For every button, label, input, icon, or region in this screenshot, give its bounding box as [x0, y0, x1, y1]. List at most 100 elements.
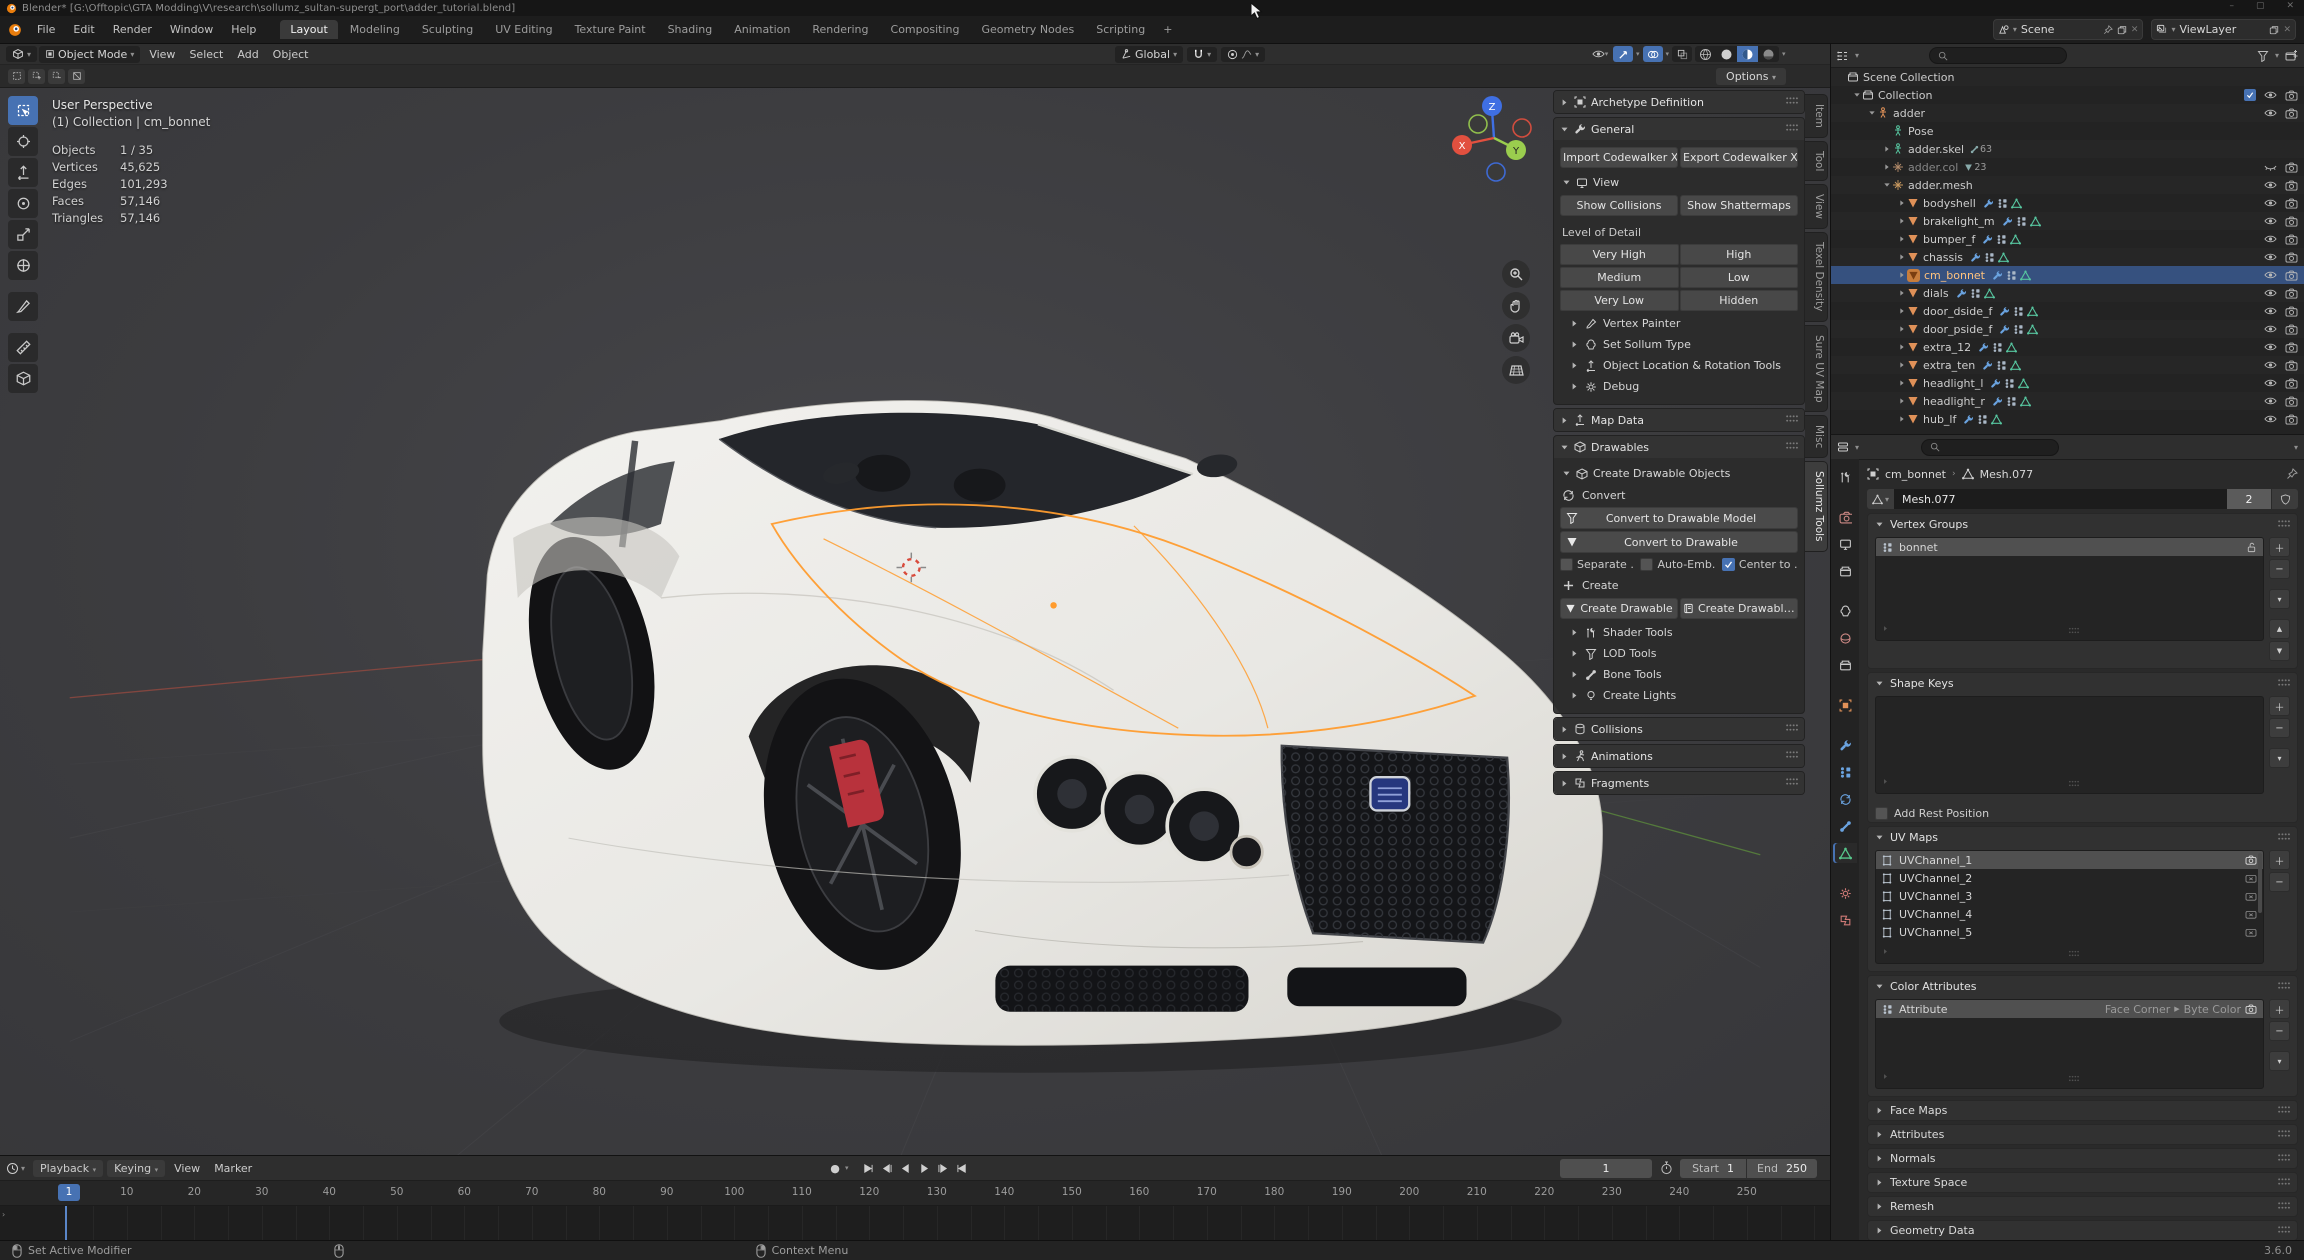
properties-tab-particles[interactable] — [1833, 762, 1857, 782]
workspace-tab-compositing[interactable]: Compositing — [881, 20, 970, 39]
unlink-icon[interactable]: ✕ — [2131, 25, 2139, 35]
panel-header-drawables[interactable]: Drawables — [1554, 436, 1804, 458]
expand-icon[interactable] — [1897, 415, 1907, 423]
move-up-button[interactable]: ▲ — [2269, 619, 2290, 639]
shading-rendered-button[interactable] — [1758, 46, 1779, 62]
camera-view-button[interactable] — [1502, 324, 1530, 352]
disable-render-icon[interactable] — [2285, 216, 2298, 227]
lod-very-high-button[interactable]: Very High — [1560, 244, 1679, 265]
vertex-group-row-bonnet[interactable]: bonnet — [1876, 538, 2263, 556]
playhead-line[interactable] — [65, 1206, 67, 1241]
subpanel-set-sollum-type[interactable]: Set Sollum Type — [1560, 334, 1798, 355]
timeline-menu-keying[interactable]: Keying ▾ — [107, 1160, 165, 1177]
outliner-row-hub_lf[interactable]: hub_lf — [1831, 410, 2304, 428]
expand-icon[interactable] — [1897, 217, 1907, 225]
timeline-ruler[interactable]: 1020304050607080901001101201301401501601… — [0, 1181, 1830, 1206]
new-collection-icon[interactable] — [2285, 50, 2298, 62]
scene-selector[interactable]: ▾ Scene ✕ — [1993, 19, 2144, 40]
workspace-tab-uv-editing[interactable]: UV Editing — [485, 20, 562, 39]
vertex-group-specials-button[interactable]: ▾ — [2269, 589, 2290, 609]
hide-eye-icon[interactable] — [2264, 180, 2277, 190]
panel-header-shape-keys[interactable]: Shape Keys — [1868, 673, 2297, 694]
current-frame-indicator[interactable]: 1 — [58, 1184, 80, 1201]
render-inactive-camera-icon[interactable] — [2245, 873, 2257, 883]
shading-material-button[interactable] — [1737, 46, 1758, 62]
outliner-row-bodyshell[interactable]: bodyshell — [1831, 194, 2304, 212]
show-object-types-dropdown[interactable]: ▾ — [1590, 46, 1610, 62]
menu-edit[interactable]: Edit — [64, 20, 103, 39]
properties-tab-collection[interactable] — [1833, 655, 1857, 675]
prev-keyframe-button[interactable] — [878, 1160, 895, 1177]
panel-header-general[interactable]: General — [1554, 118, 1804, 140]
panel-header-collisions[interactable]: Collisions — [1554, 718, 1804, 740]
scrollbar[interactable] — [2258, 853, 2262, 913]
properties-tab-constraints[interactable] — [1833, 816, 1857, 836]
workspace-tab-geometry-nodes[interactable]: Geometry Nodes — [971, 20, 1084, 39]
users-count-button[interactable]: 2 — [2227, 489, 2271, 509]
toggle-projection-button[interactable] — [1502, 356, 1530, 384]
channel-collapse-icon[interactable]: › — [2, 1210, 5, 1219]
hide-eye-icon[interactable] — [2264, 342, 2277, 352]
sidebar-tab-sure-uv-map[interactable]: Sure UV Map — [1805, 325, 1828, 413]
hide-eye-icon[interactable] — [2264, 360, 2277, 370]
gizmos-dropdown[interactable]: ▾ — [1636, 50, 1640, 58]
proportional-editing-dropdown[interactable]: ▾ — [1221, 47, 1265, 62]
import-codewalker-xml-button[interactable]: Import Codewalker XML — [1560, 147, 1678, 168]
remove-color-attribute-button[interactable]: − — [2269, 1021, 2290, 1041]
menu-render[interactable]: Render — [104, 20, 161, 39]
properties-tab-tool[interactable] — [1833, 467, 1857, 487]
workspace-tab-layout[interactable]: Layout — [280, 20, 337, 39]
disable-render-icon[interactable] — [2285, 288, 2298, 299]
viewport-menu-view[interactable]: View — [142, 46, 182, 63]
lod-hidden-button[interactable]: Hidden — [1680, 290, 1799, 311]
render-inactive-camera-icon[interactable] — [2245, 927, 2257, 937]
xray-toggle[interactable] — [1672, 46, 1692, 62]
color-attribute-row-attribute[interactable]: AttributeFace Corner▶Byte Color — [1876, 1000, 2263, 1018]
tool-cursor-button[interactable] — [8, 127, 38, 156]
remove-shape-key-button[interactable]: − — [2269, 718, 2290, 738]
remove-uv-map-button[interactable]: − — [2269, 872, 2290, 892]
lod-very-low-button[interactable]: Very Low — [1560, 290, 1679, 311]
filter-icon[interactable] — [2257, 50, 2269, 62]
viewport-menu-select[interactable]: Select — [182, 46, 230, 63]
hide-eye-icon[interactable] — [2264, 216, 2277, 226]
tool-add-cube-button[interactable] — [8, 364, 38, 393]
maximize-button[interactable]: ▢ — [2256, 1, 2265, 11]
add-vertex-group-button[interactable]: ＋ — [2269, 537, 2290, 557]
create-drawable-button[interactable]: Create Drawable — [1560, 598, 1678, 619]
properties-tab-modifiers[interactable] — [1833, 735, 1857, 755]
shape-keys-list[interactable] — [1875, 696, 2264, 794]
subpanel-vertex-painter[interactable]: Vertex Painter — [1560, 313, 1798, 334]
play-reverse-button[interactable] — [897, 1160, 914, 1177]
disable-render-icon[interactable] — [2285, 342, 2298, 353]
timeline-editor-icon[interactable] — [6, 1162, 19, 1175]
overlays-dropdown[interactable]: ▾ — [1666, 50, 1670, 58]
auto-keying-toggle[interactable]: ● — [826, 1160, 843, 1177]
subpanel-debug[interactable]: Debug — [1560, 376, 1798, 397]
shading-wireframe-button[interactable] — [1695, 46, 1716, 62]
panel-face-maps[interactable]: Face Maps — [1867, 1100, 2298, 1121]
overlays-toggle[interactable] — [1643, 46, 1663, 62]
filter-dropdown[interactable]: ▾ — [2275, 51, 2279, 60]
outliner-row-brakelight_m[interactable]: brakelight_m — [1831, 212, 2304, 230]
remove-icon[interactable]: ✕ — [2283, 25, 2291, 35]
jump-to-end-button[interactable] — [954, 1160, 971, 1177]
expand-icon[interactable] — [1897, 271, 1907, 279]
mode-dropdown[interactable]: Object Mode ▾ — [39, 46, 140, 63]
properties-tab-world[interactable] — [1833, 628, 1857, 648]
workspace-tab-texture-paint[interactable]: Texture Paint — [565, 20, 656, 39]
sidebar-tab-misc[interactable]: Misc — [1805, 415, 1828, 458]
zoom-button[interactable] — [1502, 260, 1530, 288]
disable-render-icon[interactable] — [2285, 396, 2298, 407]
expand-icon[interactable] — [1897, 325, 1907, 333]
workspace-tab-animation[interactable]: Animation — [724, 20, 800, 39]
color-attributes-list[interactable]: AttributeFace Corner▶Byte Color — [1875, 999, 2264, 1089]
expand-icon[interactable] — [1897, 397, 1907, 405]
jump-to-start-button[interactable] — [859, 1160, 876, 1177]
select-mode-new-icon[interactable] — [8, 69, 25, 84]
mesh-datablock-dropdown[interactable]: ▾ — [1867, 489, 1894, 509]
workspace-tab-modeling[interactable]: Modeling — [340, 20, 410, 39]
sidebar-tab-texel-density[interactable]: Texel Density — [1805, 232, 1828, 321]
tool-scale-button[interactable] — [8, 220, 38, 249]
hide-eye-icon[interactable] — [2264, 414, 2277, 424]
